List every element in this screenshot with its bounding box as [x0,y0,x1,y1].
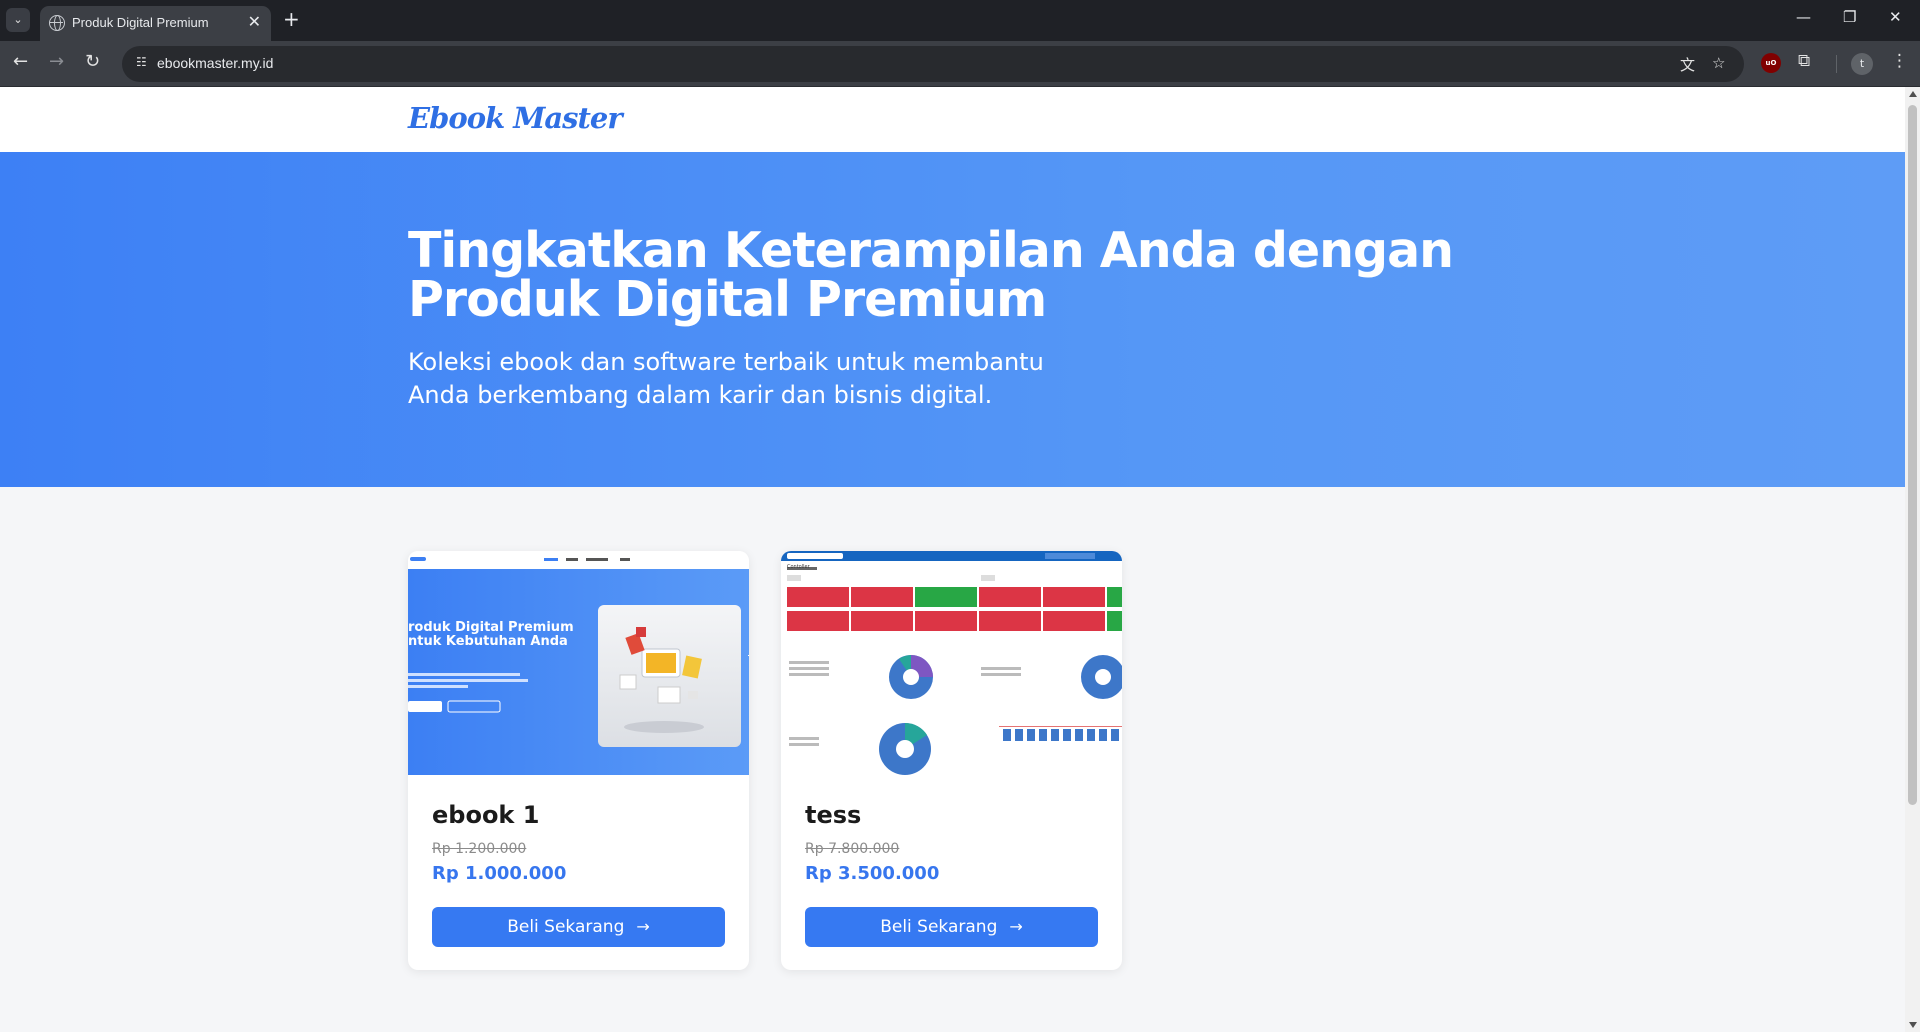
browser-tab[interactable]: Produk Digital Premium ✕ [40,6,271,41]
ublock-extension-icon[interactable]: uO [1761,53,1781,73]
scroll-up-arrow-icon[interactable] [1909,91,1917,97]
tab-search-chevron-icon[interactable]: ⌄ [6,8,30,32]
profile-avatar[interactable]: t [1851,53,1873,75]
menu-kebab-icon[interactable]: ⋮ [1891,51,1908,71]
product-thumbnail[interactable]: Contoller [781,551,1122,775]
product-old-price: Rp 7.800.000 [805,841,900,857]
product-thumbnail[interactable]: roduk Digital Premium ntuk Kebutuhan And… [408,551,749,775]
arrow-right-icon: → [636,917,650,936]
thumb-dashboard: Contoller [781,551,1122,775]
forward-arrow-icon[interactable]: → [49,51,64,72]
hero-title: Tingkatkan Keterampilan Anda dengan Prod… [408,222,1454,328]
scroll-down-arrow-icon[interactable] [1909,1022,1917,1028]
minimize-icon[interactable]: — [1796,8,1811,26]
reload-icon[interactable]: ↻ [85,51,100,72]
buy-now-label: Beli Sekarang [507,917,625,937]
thumb-dashboard-graphic [781,551,1122,775]
product-name[interactable]: ebook 1 [432,801,539,829]
buy-now-label: Beli Sekarang [880,917,998,937]
product-old-price: Rp 1.200.000 [432,841,527,857]
hero-subtitle: Koleksi ebook dan software terbaik untuk… [408,346,1068,412]
thumb-product-image [598,605,741,747]
thumb-dashboard-label: Contoller [787,564,810,570]
browser-toolbar: ← → ↻ ☷ ebookmaster.my.id 文 ☆ uO ⧉ t ⋮ [0,41,1920,87]
product-card: Contoller tess Rp 7.800.000 Rp 3.500.000… [781,551,1122,970]
hero-subtitle-line1: Koleksi ebook dan software terbaik untuk… [408,348,1044,376]
hero-subtitle-line2: Anda berkembang dalam karir dan bisnis d… [408,381,993,409]
url-text[interactable]: ebookmaster.my.id [157,55,273,71]
browser-tab-bar: ⌄ Produk Digital Premium ✕ + — ❐ ✕ [0,0,1920,41]
product-name[interactable]: tess [805,801,861,829]
extensions-puzzle-icon[interactable]: ⧉ [1798,51,1810,71]
arrow-right-icon: → [1009,917,1023,936]
new-tab-plus-icon[interactable]: + [283,7,300,31]
restore-icon[interactable]: ❐ [1843,8,1856,26]
window-close-icon[interactable]: ✕ [1889,8,1902,26]
product-card: roduk Digital Premium ntuk Kebutuhan And… [408,551,749,970]
buy-now-button[interactable]: Beli Sekarang → [805,907,1098,947]
translate-icon[interactable]: 文 [1680,54,1695,75]
scrollbar-thumb[interactable] [1908,105,1917,805]
product-price: Rp 3.500.000 [805,863,940,884]
buy-now-button[interactable]: Beli Sekarang → [432,907,725,947]
toolbar-divider [1836,55,1837,73]
site-header: Ebook Master [0,87,1905,152]
page-viewport: Ebook Master Tingkatkan Keterampilan And… [0,87,1905,1032]
close-tab-icon[interactable]: ✕ [248,12,261,31]
hero-section: Tingkatkan Keterampilan Anda dengan Prod… [0,152,1905,487]
tab-title: Produk Digital Premium [72,15,209,30]
globe-icon [49,15,65,31]
site-info-icon[interactable]: ☷ [136,55,152,71]
product-price: Rp 1.000.000 [432,863,567,884]
bookmark-star-icon[interactable]: ☆ [1712,54,1725,72]
address-bar[interactable]: ☷ ebookmaster.my.id 文 ☆ [122,46,1744,82]
back-arrow-icon[interactable]: ← [13,51,28,72]
page-scrollbar[interactable] [1905,87,1920,1032]
site-logo[interactable]: Ebook Master [408,101,623,135]
thumb-illustration [619,627,704,733]
